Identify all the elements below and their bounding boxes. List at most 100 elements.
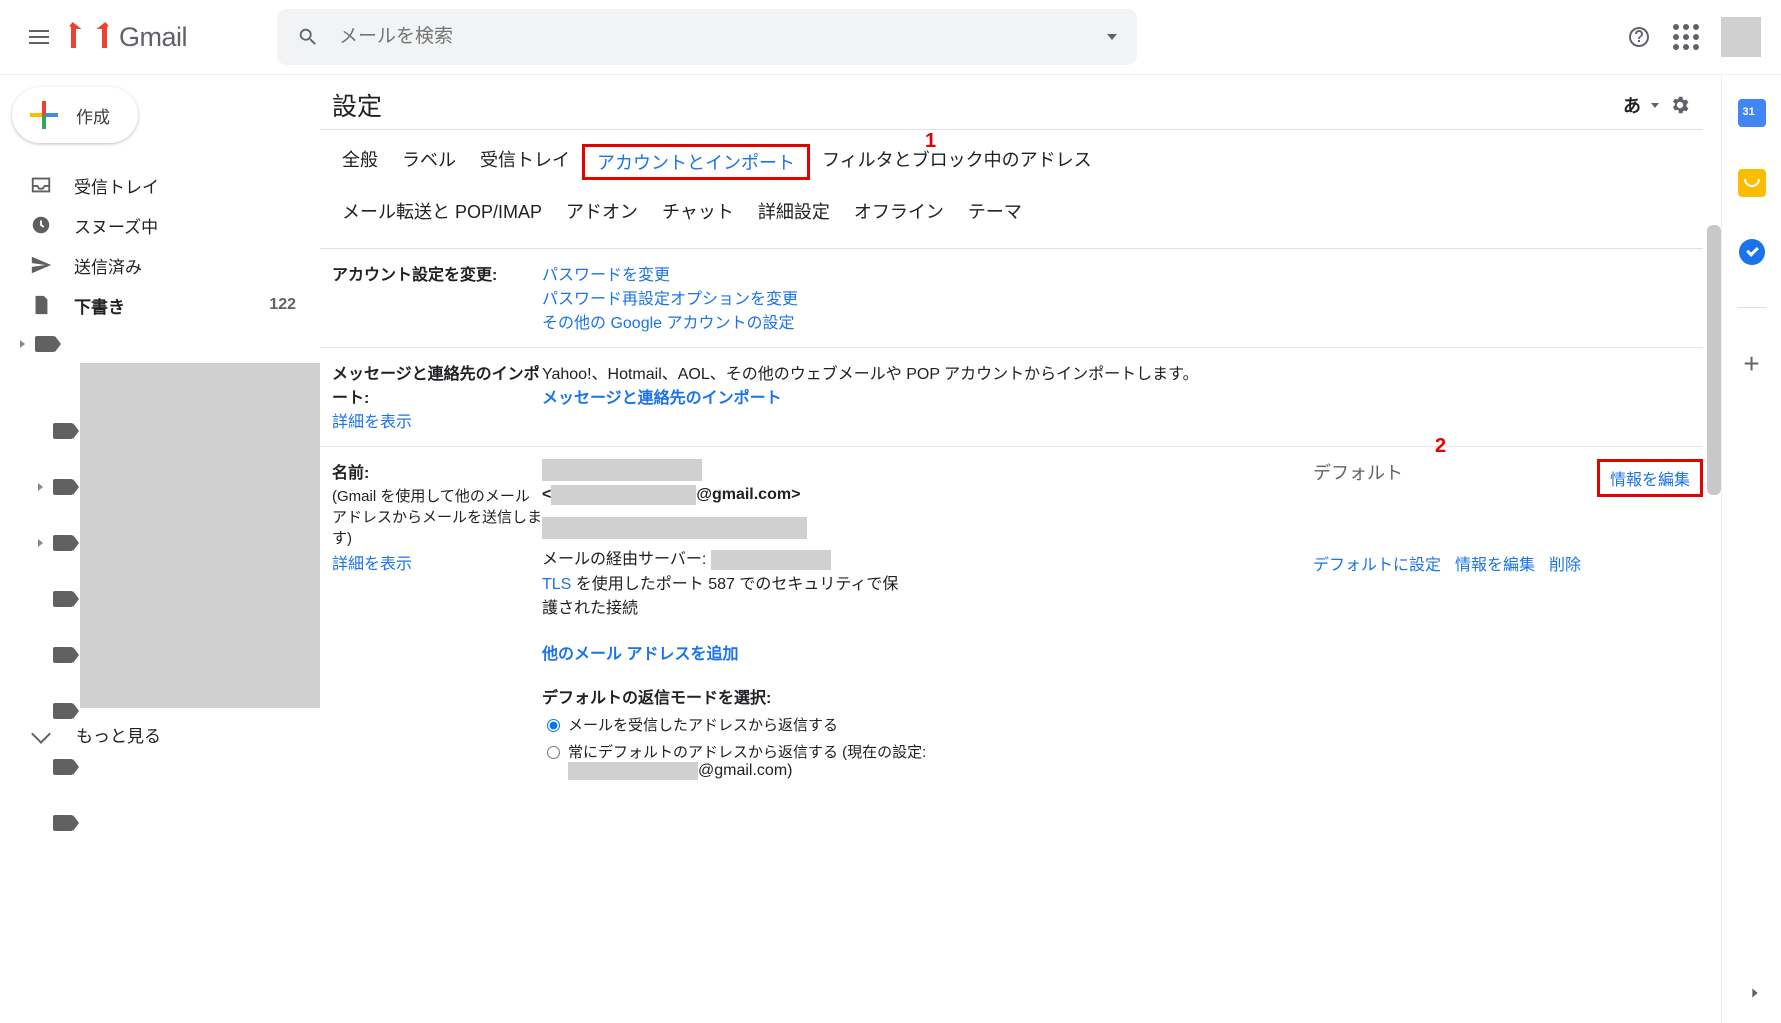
- alt-name-redacted: [542, 517, 807, 539]
- search-input[interactable]: [337, 25, 1107, 49]
- input-method-indicator[interactable]: あ: [1623, 92, 1641, 118]
- tab-accounts-import[interactable]: アカウントとインポート: [582, 144, 810, 180]
- expand-triangle-icon: [38, 539, 43, 547]
- label-icon: [53, 815, 73, 831]
- name-detail-link[interactable]: 詳細を表示: [332, 550, 412, 574]
- section-import: メッセージと連絡先のインポート: 詳細を表示 Yahoo!、Hotmail、AO…: [320, 347, 1703, 446]
- nav-label-7[interactable]: [38, 692, 73, 730]
- link-change-password[interactable]: パスワードを変更: [542, 267, 670, 284]
- search-bar[interactable]: [277, 9, 1137, 65]
- import-title: メッセージと連絡先のインポート:: [332, 366, 540, 407]
- compose-label: 作成: [76, 103, 110, 128]
- tab-labels[interactable]: ラベル: [390, 144, 468, 180]
- label-icon: [53, 535, 73, 551]
- tls-link[interactable]: TLS: [542, 576, 571, 593]
- tab-filters[interactable]: フィルタとブロック中のアドレス: [810, 144, 1104, 180]
- label-content-placeholder: [80, 363, 320, 708]
- label-icon: [53, 703, 73, 719]
- gmail-logo[interactable]: Gmail: [67, 18, 187, 56]
- rail-separator: [1738, 307, 1766, 308]
- tasks-addon-icon[interactable]: [1739, 239, 1765, 265]
- email-user-redacted: [551, 485, 696, 505]
- edit-info-button-primary[interactable]: 情報を編集: [1597, 459, 1703, 497]
- gmail-wordmark: Gmail: [119, 22, 187, 53]
- header-actions: [1627, 17, 1761, 57]
- support-icon[interactable]: [1627, 25, 1651, 49]
- nav-sent[interactable]: 送信済み: [0, 245, 320, 285]
- label-icon: [53, 479, 73, 495]
- link-set-default[interactable]: デフォルトに設定: [1313, 551, 1441, 575]
- tab-advanced[interactable]: 詳細設定: [746, 196, 842, 226]
- nav-label-1[interactable]: [0, 325, 320, 363]
- calendar-addon-icon[interactable]: [1738, 99, 1766, 127]
- label-icon: [53, 759, 73, 775]
- reply-option-received[interactable]: メールを受信したアドレスから返信する: [542, 714, 1313, 735]
- nav-snoozed[interactable]: スヌーズ中: [0, 205, 320, 245]
- default-badge: デフォルト: [1313, 459, 1403, 485]
- get-addons-icon[interactable]: +: [1743, 350, 1759, 378]
- compose-button[interactable]: 作成: [12, 87, 138, 143]
- section-change-account: アカウント設定を変更: パスワードを変更 パスワード再設定オプションを変更 その…: [320, 248, 1703, 347]
- link-change-recovery[interactable]: パスワード再設定オプションを変更: [542, 291, 798, 308]
- dropdown-triangle-icon: [1651, 103, 1659, 108]
- inbox-icon: [30, 174, 52, 196]
- main-menu-button[interactable]: [15, 13, 63, 61]
- link-add-another-address[interactable]: 他のメール アドレスを追加: [542, 646, 738, 663]
- main-content: 設定 あ 1 全般 ラベル 受信トレイ アカウントとインポート フィルタとブロッ…: [320, 75, 1721, 1023]
- gmail-m-icon: [67, 18, 111, 56]
- tab-forwarding[interactable]: メール転送と POP/IMAP: [330, 196, 554, 226]
- clock-icon: [30, 214, 52, 236]
- tls-text: を使用したポート 587 でのセキュリティで保護された接続: [542, 576, 898, 617]
- tab-chat[interactable]: チャット: [650, 196, 746, 226]
- import-detail-link[interactable]: 詳細を表示: [332, 414, 412, 431]
- import-description: Yahoo!、Hotmail、AOL、その他のウェブメールや POP アカウント…: [542, 360, 1703, 384]
- search-options-dropdown-icon[interactable]: [1107, 34, 1117, 40]
- reply-mode-title: デフォルトの返信モードを選択:: [542, 684, 1313, 708]
- reply-radio-received[interactable]: [547, 719, 560, 732]
- annotation-2: 2: [1435, 435, 1446, 458]
- nav-inbox[interactable]: 受信トレイ: [0, 165, 320, 205]
- change-account-title: アカウント設定を変更:: [332, 267, 497, 284]
- tab-general[interactable]: 全般: [330, 144, 390, 180]
- tab-inbox[interactable]: 受信トレイ: [468, 144, 582, 180]
- keep-addon-icon[interactable]: [1738, 169, 1766, 197]
- google-apps-icon[interactable]: [1673, 24, 1699, 50]
- section-send-as: 名前: (Gmail を使用して他のメール アドレスからメールを送信します) 詳…: [320, 446, 1703, 780]
- via-server-redacted: [711, 550, 831, 570]
- hamburger-icon: [29, 36, 49, 38]
- label-icon: [53, 647, 73, 663]
- sent-icon: [30, 254, 52, 276]
- reply-option-default[interactable]: 常にデフォルトのアドレスから返信する (現在の設定:: [542, 741, 1313, 762]
- file-icon: [30, 294, 52, 316]
- tab-themes[interactable]: テーマ: [956, 196, 1034, 226]
- edit-info-button-secondary[interactable]: 情報を編集: [1455, 551, 1535, 575]
- nav-drafts[interactable]: 下書き 122: [0, 285, 320, 325]
- nav-label-9[interactable]: [38, 804, 73, 842]
- display-name-redacted: [542, 459, 702, 481]
- nav-label-4[interactable]: [38, 524, 73, 562]
- header: Gmail: [0, 0, 1781, 75]
- label-icon: [35, 336, 55, 352]
- tab-offline[interactable]: オフライン: [842, 196, 956, 226]
- gear-icon[interactable]: [1669, 94, 1691, 116]
- scrollbar-thumb[interactable]: [1707, 225, 1721, 495]
- nav-label-8[interactable]: [38, 748, 73, 786]
- account-avatar[interactable]: [1721, 17, 1761, 57]
- expand-triangle-icon: [38, 483, 43, 491]
- nav-label-6[interactable]: [38, 636, 73, 674]
- tab-addons[interactable]: アドオン: [554, 196, 650, 226]
- nav-label-2[interactable]: [38, 412, 73, 450]
- nav-label-3[interactable]: [38, 468, 73, 506]
- name-subtitle: (Gmail を使用して他のメール アドレスからメールを送信します): [332, 485, 542, 548]
- link-delete-address[interactable]: 削除: [1549, 551, 1581, 575]
- nav-label-5[interactable]: [38, 580, 73, 618]
- link-other-google-settings[interactable]: その他の Google アカウントの設定: [542, 315, 795, 332]
- link-import-messages[interactable]: メッセージと連絡先のインポート: [542, 390, 782, 407]
- reply-radio-default[interactable]: [547, 746, 560, 759]
- name-title: 名前:: [332, 465, 369, 482]
- settings-tabs: 全般 ラベル 受信トレイ アカウントとインポート フィルタとブロック中のアドレス…: [320, 129, 1703, 248]
- annotation-1: 1: [925, 130, 936, 153]
- side-panel-toggle[interactable]: [1747, 985, 1763, 1005]
- plus-icon: [30, 101, 58, 129]
- email-domain: @gmail.com>: [696, 486, 800, 503]
